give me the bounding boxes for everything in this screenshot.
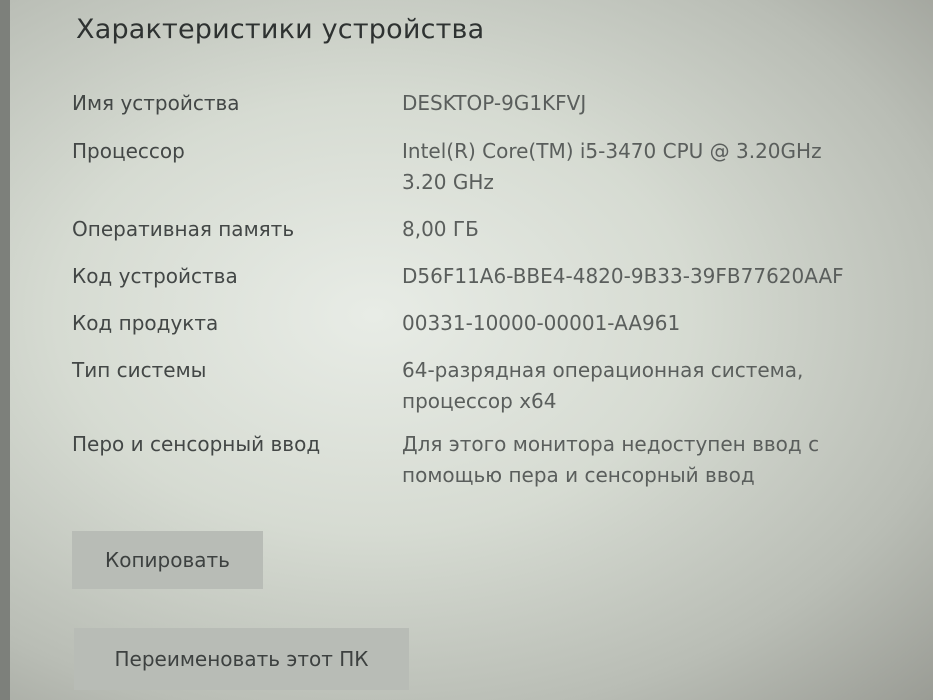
spec-value-line: 00331-10000-00001-AA961 (402, 311, 681, 335)
specs-list: Имя устройства DESKTOP-9G1KFVJ Процессор… (72, 88, 892, 509)
spec-value-line: Для этого монитора недоступен ввод с (402, 432, 820, 456)
rename-pc-button[interactable]: Переименовать этот ПК (74, 628, 409, 690)
window-left-edge (0, 0, 10, 700)
spec-label: Тип системы (72, 358, 207, 382)
spec-label: Процессор (72, 139, 185, 163)
spec-row-pen-touch: Перо и сенсорный ввод Для этого монитора… (72, 429, 892, 509)
device-specifications-panel: Характеристики устройства Имя устройства… (10, 0, 933, 700)
spec-label: Перо и сенсорный ввод (72, 432, 321, 456)
section-title: Характеристики устройства (76, 14, 485, 45)
spec-row-ram: Оперативная память 8,00 ГБ (72, 214, 892, 261)
spec-row-device-name: Имя устройства DESKTOP-9G1KFVJ (72, 88, 892, 136)
spec-row-product-id: Код продукта 00331-10000-00001-AA961 (72, 308, 892, 355)
spec-value[interactable]: 64-разрядная операционная система, проце… (402, 355, 892, 417)
spec-value[interactable]: D56F11A6-BBE4-4820-9B33-39FB77620AAF (402, 261, 892, 292)
spec-value[interactable]: 00331-10000-00001-AA961 (402, 308, 892, 339)
spec-value[interactable]: Для этого монитора недоступен ввод с пом… (402, 429, 892, 491)
spec-row-device-id: Код устройства D56F11A6-BBE4-4820-9B33-3… (72, 261, 892, 308)
spec-label: Имя устройства (72, 91, 240, 115)
spec-value-line: 8,00 ГБ (402, 217, 479, 241)
copy-button[interactable]: Копировать (72, 531, 263, 589)
spec-row-processor: Процессор Intel(R) Core(TM) i5-3470 CPU … (72, 136, 892, 214)
spec-label: Оперативная память (72, 217, 295, 241)
spec-value[interactable]: Intel(R) Core(TM) i5-3470 CPU @ 3.20GHz … (402, 136, 892, 198)
spec-row-system-type: Тип системы 64-разрядная операционная си… (72, 355, 892, 429)
spec-label: Код продукта (72, 311, 219, 335)
spec-value-line: помощью пера и сенсорный ввод (402, 463, 755, 487)
spec-value[interactable]: DESKTOP-9G1KFVJ (402, 88, 892, 119)
spec-value-line: Intel(R) Core(TM) i5-3470 CPU @ 3.20GHz (402, 139, 822, 163)
spec-value-line: 64-разрядная операционная система, (402, 358, 804, 382)
spec-value-line: процессор x64 (402, 389, 557, 413)
spec-label: Код устройства (72, 264, 238, 288)
spec-value[interactable]: 8,00 ГБ (402, 214, 892, 245)
spec-value-line: D56F11A6-BBE4-4820-9B33-39FB77620AAF (402, 264, 844, 288)
spec-value-line: DESKTOP-9G1KFVJ (402, 91, 587, 115)
spec-value-line: 3.20 GHz (402, 170, 494, 194)
